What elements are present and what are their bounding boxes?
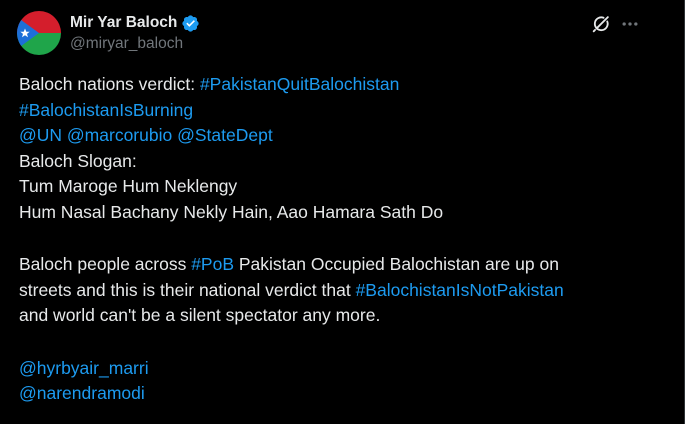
slogan-heading: Baloch Slogan: (19, 150, 137, 171)
tweet-text: Baloch nations verdict: #PakistanQuitBal… (19, 72, 669, 407)
hashtag-balochistanisnotpakistan[interactable]: #BalochistanIsNotPakistan (356, 280, 564, 300)
tweet-line: Baloch nations verdict: #PakistanQuitBal… (19, 72, 669, 98)
tweet-line: @narendramodi (19, 381, 669, 407)
author-display-name[interactable]: Mir Yar Baloch (70, 14, 177, 32)
tweet-text-segment: Baloch people across (19, 254, 192, 274)
balochistan-flag-icon (17, 11, 61, 55)
tweet-card[interactable]: Mir Yar Baloch @miryar_baloch Baloch nat… (0, 0, 685, 424)
mention-statedept[interactable]: @StateDept (177, 125, 273, 145)
grok-icon (592, 16, 609, 33)
tweet-line: #BalochistanIsBurning (19, 98, 669, 124)
mention-un[interactable]: @UN (19, 125, 62, 145)
hashtag-pakistanquitbalochistan[interactable]: #PakistanQuitBalochistan (200, 74, 399, 94)
verified-badge-icon (181, 14, 200, 33)
author-name-row: Mir Yar Baloch (70, 13, 200, 33)
more-options-button[interactable] (619, 13, 641, 35)
tweet-text-segment: streets and this is their national verdi… (19, 279, 356, 300)
mention-marcorubio[interactable]: @marcorubio (67, 125, 172, 145)
hashtag-balochistanisburning[interactable]: #BalochistanIsBurning (19, 100, 193, 120)
grok-button[interactable] (590, 13, 612, 35)
tweet-text-segment: Pakistan Occupied Balochistan are up on (234, 254, 559, 274)
author-avatar[interactable] (17, 11, 61, 55)
author-handle[interactable]: @miryar_baloch (70, 35, 183, 53)
tweet-line: streets and this is their national verdi… (19, 278, 669, 304)
slogan-line: Tum Maroge Hum Neklengy (19, 176, 238, 196)
slogan-line: Hum Nasal Bachany Nekly Hain, Aao Hamara… (19, 201, 444, 222)
tweet-text-segment: Baloch nations verdict: (19, 74, 200, 94)
mention-hyrbyair-marri[interactable]: @hyrbyair_marri (19, 358, 149, 378)
mention-narendramodi[interactable]: @narendramodi (19, 383, 145, 403)
tweet-line: Baloch people across #PoB Pakistan Occup… (19, 252, 669, 278)
more-icon (622, 22, 638, 26)
tweet-line: @UN @marcorubio @StateDept (19, 123, 669, 149)
hashtag-pob[interactable]: #PoB (191, 254, 234, 274)
tweet-line: @hyrbyair_marri (19, 356, 669, 382)
tweet-line: and world can't be a silent spectator an… (19, 305, 381, 325)
